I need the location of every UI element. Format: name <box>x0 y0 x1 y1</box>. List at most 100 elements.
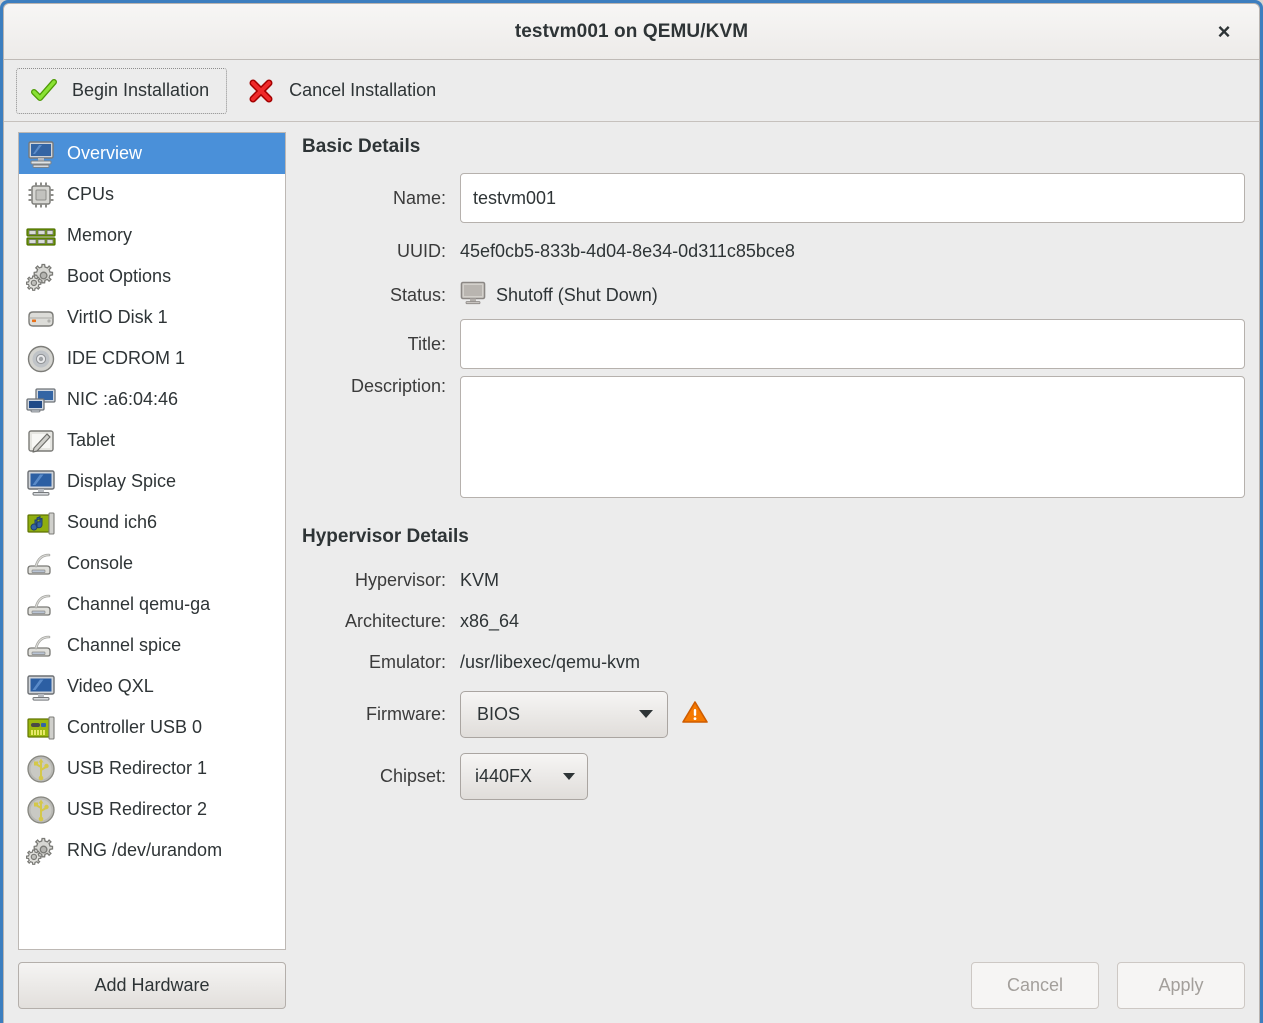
tablet-pen-icon <box>25 425 57 457</box>
red-x-icon <box>247 77 275 105</box>
cancel-installation-label: Cancel Installation <box>289 80 437 100</box>
sidebar: Overview CPUs Memory Boot Options VirtIO Dis… <box>18 132 286 1023</box>
sidebar-item-label: Channel spice <box>67 635 182 655</box>
sidebar-item-sound-ich6[interactable]: Sound ich6 <box>19 502 285 543</box>
window-title: testvm001 on QEMU/KVM <box>514 20 749 42</box>
sidebar-item-label: Display Spice <box>67 471 177 491</box>
cancel-installation-button[interactable]: Cancel Installation <box>233 68 454 114</box>
chipset-select[interactable]: i440FX <box>460 752 588 800</box>
chipset-label: Chipset: <box>379 765 446 786</box>
cancel-button[interactable]: Cancel <box>971 962 1099 1009</box>
cpu-chip-icon <box>25 179 57 211</box>
hardware-list[interactable]: Overview CPUs Memory Boot Options VirtIO Dis… <box>18 132 286 950</box>
sidebar-item-label: Video QXL <box>67 676 154 696</box>
sidebar-item-console[interactable]: Console <box>19 543 285 584</box>
firmware-label: Firmware: <box>366 703 446 724</box>
status-value: Shutoff (Shut Down) <box>496 284 658 305</box>
footer-buttons: Cancel Apply <box>302 962 1245 1023</box>
hypervisor-label: Hypervisor: <box>354 570 446 590</box>
uuid-label: UUID: <box>397 240 446 261</box>
sidebar-item-label: Overview <box>67 143 143 163</box>
usb-icon <box>25 753 57 785</box>
chipset-value: i440FX <box>475 765 533 786</box>
sidebar-item-usb-redirector-2[interactable]: USB Redirector 2 <box>19 789 285 830</box>
toolbar: Begin Installation Cancel Installation <box>4 60 1259 122</box>
emulator-value: /usr/libexec/qemu-kvm <box>460 652 641 672</box>
close-icon[interactable]: × <box>1211 19 1237 45</box>
name-label: Name: <box>392 187 446 208</box>
display-icon <box>25 466 57 498</box>
basic-details-grid: Name: UUID: 45ef0cb5-833b-4d04-8e34-0d31… <box>302 172 1245 500</box>
warning-triangle-icon <box>682 700 708 729</box>
sidebar-item-channel-spice[interactable]: Channel spice <box>19 625 285 666</box>
computer-monitor-icon <box>25 138 57 170</box>
sidebar-item-channel-qemu-ga[interactable]: Channel qemu-ga <box>19 584 285 625</box>
architecture-label: Architecture: <box>344 611 446 631</box>
memory-ram-icon <box>25 220 57 252</box>
sidebar-item-label: Sound ich6 <box>67 512 158 532</box>
description-textarea[interactable] <box>460 376 1245 498</box>
shutoff-monitor-icon <box>460 281 486 310</box>
display-icon <box>25 671 57 703</box>
begin-installation-label: Begin Installation <box>72 80 210 100</box>
chevron-down-icon <box>563 772 575 780</box>
sidebar-item-usb-redirector-1[interactable]: USB Redirector 1 <box>19 748 285 789</box>
sidebar-item-label: Channel qemu-ga <box>67 594 211 614</box>
serial-console-icon <box>25 630 57 662</box>
sidebar-item-display-spice[interactable]: Display Spice <box>19 461 285 502</box>
sidebar-item-virtio-disk-1[interactable]: VirtIO Disk 1 <box>19 297 285 338</box>
chevron-down-icon <box>639 710 653 718</box>
sidebar-item-label: CPUs <box>67 184 115 204</box>
sidebar-item-video-qxl[interactable]: Video QXL <box>19 666 285 707</box>
title-label: Title: <box>407 333 446 354</box>
sidebar-item-boot-options[interactable]: Boot Options <box>19 256 285 297</box>
architecture-value: x86_64 <box>460 611 520 631</box>
apply-button[interactable]: Apply <box>1117 962 1245 1009</box>
name-input[interactable] <box>460 173 1245 223</box>
sidebar-item-label: Boot Options <box>67 266 172 286</box>
sidebar-item-label: RNG /dev/urandom <box>67 840 223 860</box>
sound-card-icon <box>25 507 57 539</box>
green-check-icon <box>30 77 58 105</box>
window-body: Overview CPUs Memory Boot Options VirtIO Dis… <box>4 122 1259 1023</box>
sidebar-item-tablet[interactable]: Tablet <box>19 420 285 461</box>
vm-details-window: testvm001 on QEMU/KVM × Begin Installati… <box>0 0 1263 1023</box>
sidebar-item-label: VirtIO Disk 1 <box>67 307 168 327</box>
serial-console-icon <box>25 548 57 580</box>
hypervisor-value: KVM <box>460 570 500 590</box>
sidebar-item-overview[interactable]: Overview <box>19 133 285 174</box>
firmware-value: BIOS <box>477 703 521 724</box>
sidebar-item-controller-usb-0[interactable]: Controller USB 0 <box>19 707 285 748</box>
add-hardware-button[interactable]: Add Hardware <box>18 962 286 1009</box>
sidebar-item-label: Memory <box>67 225 133 245</box>
usb-icon <box>25 794 57 826</box>
begin-installation-button[interactable]: Begin Installation <box>16 67 228 114</box>
hypervisor-details-grid: Hypervisor: KVM Architecture: x86_64 Emu… <box>302 560 1245 807</box>
controller-card-icon <box>25 712 57 744</box>
detail-pane: Basic Details Name: UUID: 45ef0cb5-833b-… <box>302 132 1245 1023</box>
sidebar-item-memory[interactable]: Memory <box>19 215 285 256</box>
gears-icon <box>25 261 57 293</box>
sidebar-item-ide-cdrom-1[interactable]: IDE CDROM 1 <box>19 338 285 379</box>
gears-icon <box>25 835 57 867</box>
sidebar-item-rng-dev-urandom[interactable]: RNG /dev/urandom <box>19 830 285 871</box>
sidebar-item-nic-a6-04-46[interactable]: NIC :a6:04:46 <box>19 379 285 420</box>
network-card-icon <box>25 384 57 416</box>
sidebar-item-label: USB Redirector 2 <box>67 799 208 819</box>
harddisk-icon <box>25 302 57 334</box>
sidebar-item-label: Controller USB 0 <box>67 717 203 737</box>
serial-console-icon <box>25 589 57 621</box>
window-inner: testvm001 on QEMU/KVM × Begin Installati… <box>3 3 1260 1023</box>
hypervisor-details-heading: Hypervisor Details <box>302 526 469 547</box>
optical-disc-icon <box>25 343 57 375</box>
sidebar-item-cpus[interactable]: CPUs <box>19 174 285 215</box>
sidebar-item-label: Tablet <box>67 430 116 450</box>
firmware-select[interactable]: BIOS <box>460 690 668 738</box>
status-label: Status: <box>389 284 446 305</box>
sidebar-item-label: NIC :a6:04:46 <box>67 389 179 409</box>
sidebar-item-label: Console <box>67 553 134 573</box>
sidebar-item-label: USB Redirector 1 <box>67 758 208 778</box>
sidebar-item-label: IDE CDROM 1 <box>67 348 186 368</box>
titlebar: testvm001 on QEMU/KVM × <box>4 4 1259 60</box>
title-input[interactable] <box>460 319 1245 369</box>
